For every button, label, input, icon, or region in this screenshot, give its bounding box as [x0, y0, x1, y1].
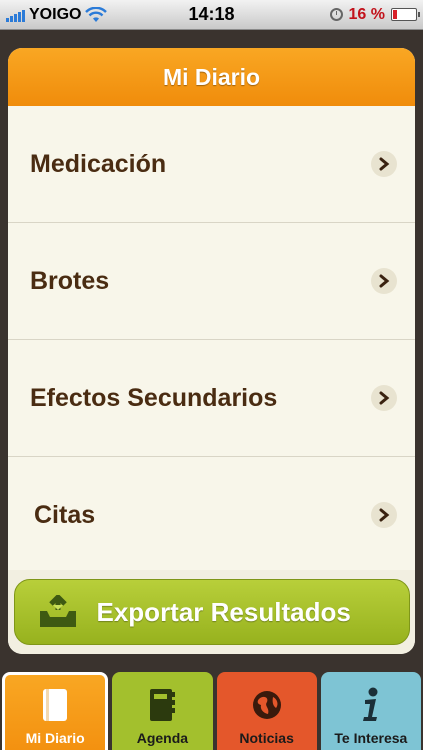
- tab-noticias[interactable]: Noticias: [216, 672, 317, 750]
- menu-item-label: Citas: [34, 500, 96, 529]
- alarm-clock-icon: [329, 8, 343, 21]
- menu-item-label: Efectos Secundarios: [30, 383, 278, 412]
- menu-item-brotes[interactable]: Brotes: [8, 223, 415, 340]
- chevron-right-icon: [371, 268, 397, 294]
- diary-card: Mi Diario Medicación Brotes Efectos Secu…: [8, 48, 415, 654]
- chevron-right-icon: [371, 151, 397, 177]
- chevron-right-icon: [371, 385, 397, 411]
- chevron-right-icon: [371, 502, 397, 528]
- battery-icon: [391, 8, 420, 21]
- tab-label: Noticias: [239, 730, 294, 746]
- export-results-label: Exportar Resultados: [96, 596, 351, 627]
- export-inbox-icon: [39, 595, 76, 627]
- menu-item-efectos-secundarios[interactable]: Efectos Secundarios: [8, 340, 415, 457]
- tab-agenda[interactable]: Agenda: [112, 672, 213, 750]
- menu-item-label: Brotes: [30, 266, 110, 295]
- wifi-icon: [85, 6, 108, 22]
- tab-te-interesa[interactable]: Te Interesa: [320, 672, 421, 750]
- tab-label: Mi Diario: [25, 730, 85, 746]
- menu-item-medicacion[interactable]: Medicación: [8, 106, 415, 223]
- export-area: Exportar Resultados: [8, 570, 415, 654]
- tab-label: Te Interesa: [334, 730, 408, 746]
- tab-bar: Mi Diario Agenda Noticias Te Interesa: [0, 672, 423, 750]
- battery-fill: [393, 10, 397, 19]
- page-title: Mi Diario: [8, 48, 415, 106]
- export-results-button[interactable]: Exportar Resultados: [13, 579, 410, 645]
- globe-icon: [250, 688, 284, 722]
- tab-label: Agenda: [136, 730, 189, 746]
- tab-mi-diario[interactable]: Mi Diario: [2, 672, 109, 750]
- diary-icon: [38, 688, 72, 722]
- status-bar: YOIGO 14:18 16 %: [0, 0, 423, 30]
- carrier-group: YOIGO: [6, 5, 108, 24]
- battery-percent: 16 %: [348, 5, 385, 23]
- info-icon: [354, 687, 388, 722]
- carrier-name: YOIGO: [29, 5, 82, 23]
- agenda-book-icon: [145, 688, 179, 722]
- signal-strength-icon: [6, 8, 25, 22]
- battery-group: 16 %: [329, 5, 420, 24]
- menu-item-label: Medicación: [30, 149, 167, 178]
- menu-item-citas[interactable]: Citas: [8, 457, 415, 574]
